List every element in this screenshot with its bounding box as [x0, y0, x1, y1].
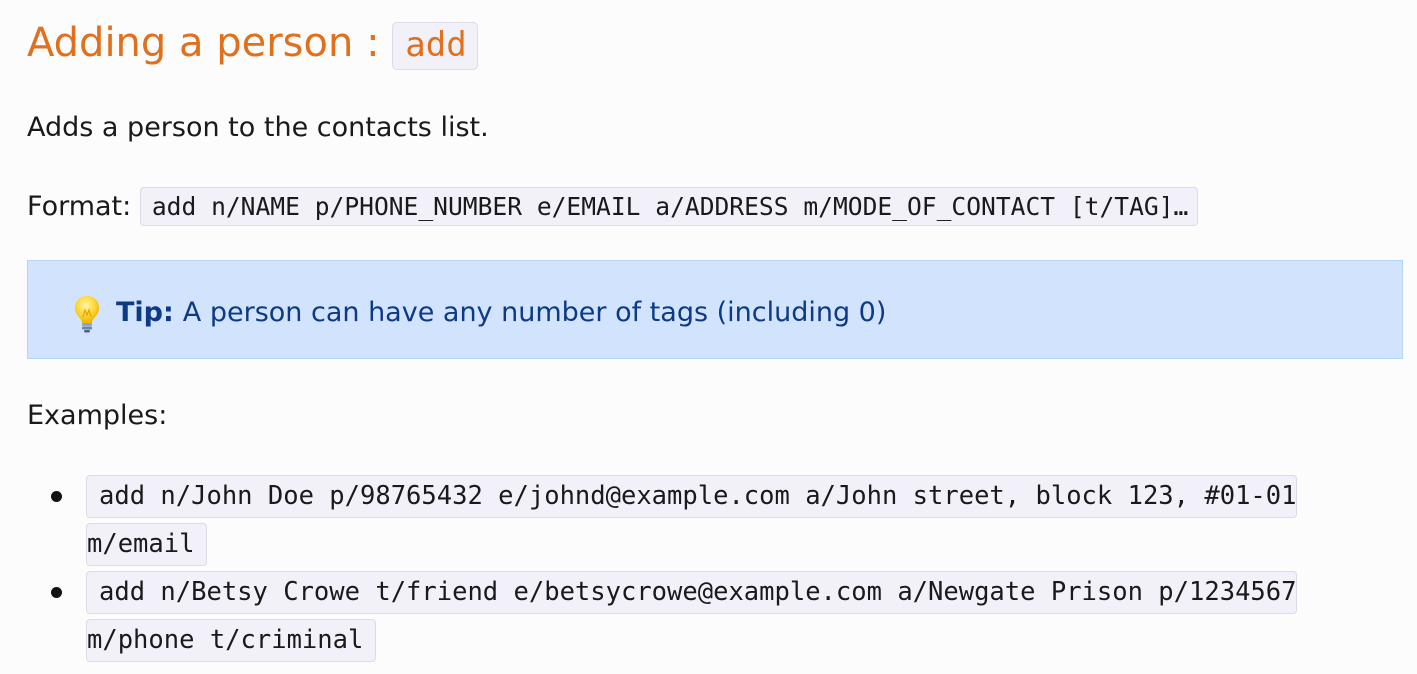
command-description: Adds a person to the contacts list. — [27, 112, 489, 143]
tip-content: Tip: A person can have any number of tag… — [72, 293, 886, 333]
tip-box: Tip: A person can have any number of tag… — [27, 260, 1403, 359]
list-item: add n/John Doe p/98765432 e/johnd@exampl… — [27, 472, 1397, 568]
format-line: Format: add n/NAME p/PHONE_NUMBER e/EMAI… — [27, 187, 1199, 226]
example-code-line: m/phone t/criminal — [86, 619, 377, 662]
bullet-icon — [51, 491, 62, 502]
examples-list: add n/John Doe p/98765432 e/johnd@exampl… — [27, 472, 1397, 664]
format-code: add n/NAME p/PHONE_NUMBER e/EMAIL a/ADDR… — [139, 187, 1199, 226]
example-code-line: add n/John Doe p/98765432 e/johnd@exampl… — [86, 475, 1298, 518]
heading-command-code: add — [392, 22, 478, 70]
list-item: add n/Betsy Crowe t/friend e/betsycrowe@… — [27, 568, 1397, 664]
tip-text: A person can have any number of tags (in… — [182, 297, 887, 328]
heading-text: Adding a person : — [27, 20, 380, 66]
examples-label: Examples: — [27, 400, 168, 431]
tip-label: Tip: — [116, 297, 174, 328]
bullet-icon — [51, 587, 62, 598]
section-heading: Adding a person : add — [27, 14, 478, 74]
lightbulb-icon — [72, 293, 102, 333]
example-code-line: m/email — [86, 523, 208, 566]
example-code-line: add n/Betsy Crowe t/friend e/betsycrowe@… — [86, 571, 1298, 614]
format-label: Format: — [27, 191, 132, 222]
